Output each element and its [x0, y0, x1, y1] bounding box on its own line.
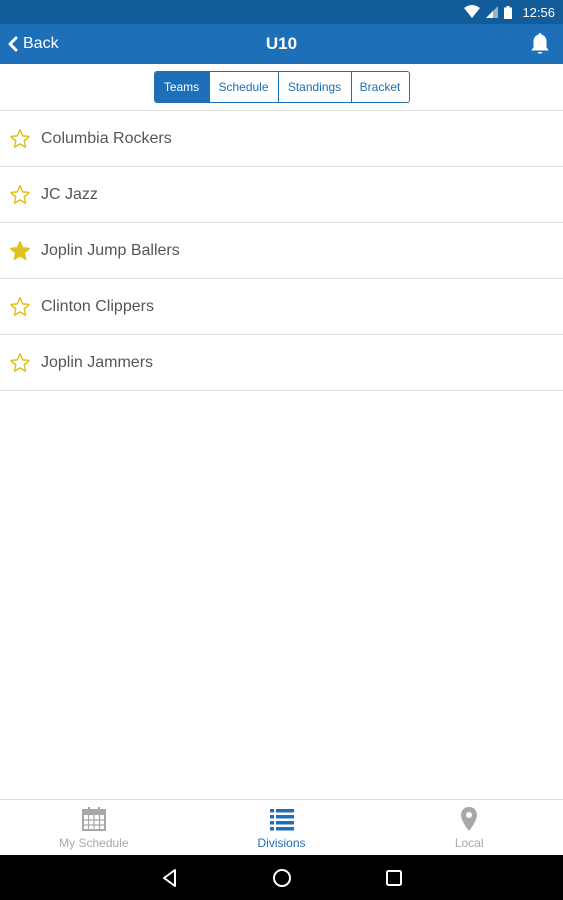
- list-item[interactable]: Clinton Clippers: [0, 279, 563, 335]
- segmented-tabs: Teams Schedule Standings Bracket: [153, 71, 410, 103]
- team-name: Clinton Clippers: [41, 297, 154, 315]
- chevron-left-icon: [8, 36, 18, 52]
- tab-teams[interactable]: Teams: [154, 72, 209, 102]
- cellular-signal-icon: [486, 6, 499, 18]
- page-title: U10: [265, 34, 298, 53]
- list-item[interactable]: JC Jazz: [0, 167, 563, 223]
- list-item[interactable]: Joplin Jump Ballers: [0, 223, 563, 279]
- star-outline-icon[interactable]: [9, 352, 31, 374]
- team-name: JC Jazz: [41, 185, 98, 203]
- nav-label: My Schedule: [59, 836, 129, 850]
- nav-label: Local: [454, 836, 484, 850]
- status-bar: 12:56: [0, 0, 563, 24]
- battery-icon: [504, 5, 513, 19]
- app-bar: Back U10: [0, 24, 563, 64]
- calendar-icon: [81, 807, 106, 831]
- home-circle-icon[interactable]: [271, 867, 293, 889]
- bell-icon[interactable]: [527, 31, 553, 57]
- list-item[interactable]: Columbia Rockers: [0, 111, 563, 167]
- recents-square-icon[interactable]: [383, 867, 405, 889]
- nav-local[interactable]: Local: [375, 800, 563, 856]
- list-item[interactable]: Joplin Jammers: [0, 335, 563, 391]
- star-outline-icon[interactable]: [9, 128, 31, 150]
- list-icon: [269, 809, 294, 831]
- team-list: Columbia Rockers JC Jazz Joplin Jump Bal…: [0, 111, 563, 391]
- back-label: Back: [23, 35, 59, 52]
- nav-label: Divisions: [257, 836, 306, 850]
- back-button[interactable]: Back: [8, 24, 59, 64]
- bottom-nav: My Schedule Divisions Local: [0, 799, 563, 856]
- system-nav-bar: [0, 855, 563, 900]
- team-name: Columbia Rockers: [41, 129, 172, 147]
- tab-bracket[interactable]: Bracket: [350, 72, 409, 102]
- wifi-icon: [464, 5, 481, 18]
- nav-divisions[interactable]: Divisions: [188, 800, 376, 856]
- star-filled-icon[interactable]: [9, 240, 31, 262]
- team-name: Joplin Jump Ballers: [41, 241, 180, 259]
- tab-schedule[interactable]: Schedule: [208, 72, 278, 102]
- back-triangle-icon[interactable]: [159, 867, 181, 889]
- status-time: 12:56: [522, 4, 555, 20]
- location-pin-icon: [461, 807, 478, 831]
- team-name: Joplin Jammers: [41, 353, 154, 371]
- star-outline-icon[interactable]: [9, 184, 31, 206]
- nav-my-schedule[interactable]: My Schedule: [0, 800, 188, 856]
- segment-bar: Teams Schedule Standings Bracket: [0, 64, 563, 111]
- tab-standings[interactable]: Standings: [277, 72, 351, 102]
- star-outline-icon[interactable]: [9, 296, 31, 318]
